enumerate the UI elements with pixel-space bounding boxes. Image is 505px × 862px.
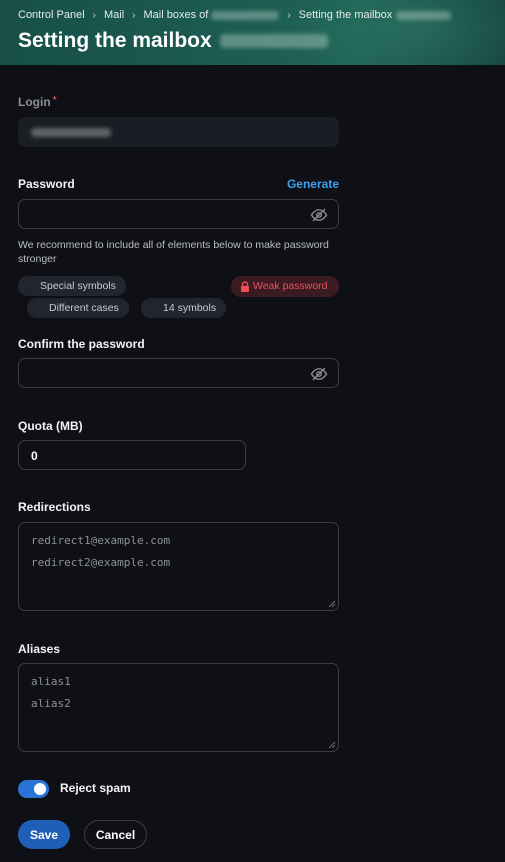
generate-link[interactable]: Generate bbox=[287, 177, 339, 191]
redacted-text bbox=[219, 34, 328, 48]
breadcrumb-item-mail-boxes[interactable]: Mail boxes of bbox=[144, 9, 209, 21]
password-strength-badge: Weak password bbox=[231, 276, 339, 297]
aliases-textarea[interactable]: alias1 alias2 bbox=[18, 663, 339, 752]
breadcrumb-item-control-panel[interactable]: Control Panel bbox=[18, 9, 85, 21]
eye-off-icon[interactable] bbox=[310, 365, 328, 383]
password-strength-text: Weak password bbox=[253, 280, 328, 292]
password-field[interactable] bbox=[18, 199, 339, 229]
login-label: Login * bbox=[18, 95, 57, 109]
chevron-right-icon: › bbox=[92, 9, 96, 21]
aliases-label: Aliases bbox=[18, 642, 61, 656]
cancel-button[interactable]: Cancel bbox=[84, 820, 147, 849]
chevron-right-icon: › bbox=[132, 9, 136, 21]
breadcrumb: Control Panel › Mail › Mail boxes of › S… bbox=[18, 9, 452, 21]
confirm-password-field[interactable] bbox=[18, 358, 339, 388]
toggle-knob bbox=[34, 783, 46, 795]
password-label: Password bbox=[18, 177, 75, 191]
resize-handle-icon[interactable] bbox=[328, 600, 336, 608]
placeholder-line: redirect1@example.com bbox=[31, 534, 171, 547]
placeholder-line: alias2 bbox=[31, 697, 71, 710]
reject-spam-label: Reject spam bbox=[60, 781, 131, 795]
redacted-text bbox=[31, 128, 111, 137]
page-title: Setting the mailbox bbox=[18, 29, 212, 52]
reject-spam-toggle[interactable] bbox=[18, 780, 49, 798]
login-label-text: Login bbox=[18, 95, 51, 109]
confirm-password-label: Confirm the password bbox=[18, 337, 145, 351]
page-header: Control Panel › Mail › Mail boxes of › S… bbox=[0, 0, 505, 65]
placeholder-line: redirect2@example.com bbox=[31, 556, 171, 569]
requirement-chip: Special symbols bbox=[18, 276, 126, 296]
quota-input[interactable]: 0 bbox=[18, 440, 246, 470]
page-title-wrap: Setting the mailbox bbox=[18, 29, 328, 53]
login-field bbox=[18, 117, 339, 147]
redirections-label: Redirections bbox=[18, 500, 91, 514]
lock-icon bbox=[241, 281, 249, 292]
resize-handle-icon[interactable] bbox=[328, 741, 336, 749]
requirement-chip: 14 symbols bbox=[141, 298, 227, 318]
quota-label: Quota (MB) bbox=[18, 419, 83, 433]
breadcrumb-item-current: Setting the mailbox bbox=[298, 9, 393, 21]
eye-off-icon[interactable] bbox=[310, 206, 328, 224]
requirement-chip: Different cases bbox=[27, 298, 129, 318]
required-mark: * bbox=[52, 95, 57, 106]
redirections-textarea[interactable]: redirect1@example.com redirect2@example.… bbox=[18, 522, 339, 611]
save-button[interactable]: Save bbox=[18, 820, 70, 849]
password-hint: We recommend to include all of elements … bbox=[18, 239, 329, 265]
quota-value: 0 bbox=[31, 449, 38, 463]
redacted-text bbox=[396, 10, 452, 20]
placeholder-line: alias1 bbox=[31, 675, 71, 688]
breadcrumb-item-mail[interactable]: Mail bbox=[104, 9, 124, 21]
redacted-text bbox=[211, 10, 280, 20]
chevron-right-icon: › bbox=[287, 9, 291, 21]
